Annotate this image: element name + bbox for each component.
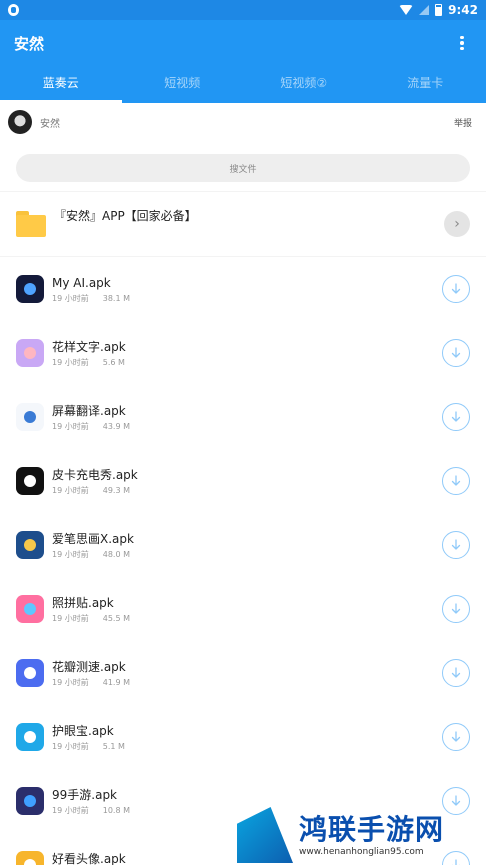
file-time: 19 小时前 — [52, 677, 89, 687]
file-time: 19 小时前 — [52, 293, 89, 303]
download-icon — [451, 283, 461, 294]
file-time: 19 小时前 — [52, 421, 89, 431]
tab-lanzou[interactable]: 蓝奏云 — [0, 66, 122, 103]
file-name: My AI.apk — [52, 275, 111, 290]
watermark: 鸿联手游网 www.henanhonglian95.com — [237, 805, 480, 865]
file-name: 屏幕翻译.apk — [52, 403, 126, 418]
download-icon — [451, 411, 461, 422]
screen-translate-app-icon — [16, 403, 44, 431]
list-item[interactable]: 照拼贴.apk 19 小时前 45.5 M — [0, 577, 486, 641]
user-row: 安然 举报 — [0, 103, 486, 141]
file-size: 5.1 M — [102, 741, 125, 751]
search-placeholder: 搜文件 — [229, 164, 257, 175]
chevron-right-icon[interactable]: › — [444, 211, 470, 237]
page-title: 安然 — [14, 34, 45, 53]
file-name: 照拼贴.apk — [52, 595, 114, 610]
tab-short-video-2[interactable]: 短视频② — [243, 66, 365, 103]
photo-collage-app-icon — [16, 595, 44, 623]
status-bar: 9:42 — [0, 0, 486, 20]
file-time: 19 小时前 — [52, 741, 89, 751]
file-time: 19 小时前 — [52, 549, 89, 559]
tab-short-video[interactable]: 短视频 — [122, 66, 244, 103]
download-button[interactable] — [442, 659, 470, 687]
file-name: 皮卡充电秀.apk — [52, 467, 138, 482]
file-list: My AI.apk 19 小时前 38.1 M 花样文字.apk 19 小时前 5.… — [0, 257, 486, 865]
nice-avatar-app-icon — [16, 851, 44, 865]
wifi-icon — [399, 5, 414, 15]
download-icon — [451, 475, 461, 486]
ibis-paint-app-icon — [16, 531, 44, 559]
clock: 9:42 — [448, 3, 478, 17]
download-button[interactable] — [442, 723, 470, 751]
file-size: 48.0 M — [102, 549, 130, 559]
eye-protect-app-icon — [16, 723, 44, 751]
list-item[interactable]: 屏幕翻译.apk 19 小时前 43.9 M — [0, 385, 486, 449]
download-icon — [451, 667, 461, 678]
file-time: 19 小时前 — [52, 805, 89, 815]
pika-charge-app-icon — [16, 467, 44, 495]
file-size: 38.1 M — [102, 293, 130, 303]
more-menu-icon[interactable] — [452, 35, 472, 51]
file-size: 41.9 M — [102, 677, 130, 687]
folder-icon — [16, 211, 46, 237]
my-ai-app-icon — [16, 275, 44, 303]
report-link[interactable]: 举报 — [454, 116, 472, 129]
tab-bar: 蓝奏云 短视频 短视频② 流量卡 — [0, 66, 486, 103]
list-item[interactable]: 皮卡充电秀.apk 19 小时前 49.3 M — [0, 449, 486, 513]
file-size: 45.5 M — [102, 613, 130, 623]
download-icon — [451, 603, 461, 614]
file-name: 花样文字.apk — [52, 339, 126, 354]
file-size: 49.3 M — [102, 485, 130, 495]
list-item[interactable]: My AI.apk 19 小时前 38.1 M — [0, 257, 486, 321]
watermark-logo-icon — [237, 807, 293, 863]
file-time: 19 小时前 — [52, 485, 89, 495]
app-bar: 安然 — [0, 20, 486, 66]
battery-icon — [435, 4, 443, 16]
list-item[interactable]: 爱笔思画X.apk 19 小时前 48.0 M — [0, 513, 486, 577]
download-button[interactable] — [442, 467, 470, 495]
list-item[interactable]: 花样文字.apk 19 小时前 5.6 M — [0, 321, 486, 385]
download-icon — [451, 731, 461, 742]
shield-icon — [8, 4, 19, 16]
download-button[interactable] — [442, 595, 470, 623]
watermark-url: www.henanhonglian95.com — [299, 847, 424, 857]
watermark-title: 鸿联手游网 — [299, 813, 445, 846]
download-icon — [451, 347, 461, 358]
username: 安然 — [40, 118, 60, 130]
download-button[interactable] — [442, 339, 470, 367]
signal-icon — [419, 5, 430, 15]
list-item[interactable]: 护眼宝.apk 19 小时前 5.1 M — [0, 705, 486, 769]
file-name: 99手游.apk — [52, 787, 118, 802]
file-name: 花瓣测速.apk — [52, 659, 126, 674]
download-button[interactable] — [442, 403, 470, 431]
file-size: 10.8 M — [102, 805, 130, 815]
download-button[interactable] — [442, 531, 470, 559]
search-input[interactable]: 搜文件 — [16, 154, 470, 182]
99-games-app-icon — [16, 787, 44, 815]
file-size: 43.9 M — [102, 421, 130, 431]
flower-text-app-icon — [16, 339, 44, 367]
file-time: 19 小时前 — [52, 613, 89, 623]
file-time: 19 小时前 — [52, 357, 89, 367]
download-icon — [451, 539, 461, 550]
file-size: 5.6 M — [102, 357, 125, 367]
file-name: 护眼宝.apk — [52, 723, 114, 738]
petal-speedtest-app-icon — [16, 659, 44, 687]
tab-data-card[interactable]: 流量卡 — [365, 66, 486, 103]
folder-row[interactable]: 『安然』APP【回家必备】 › — [0, 191, 486, 257]
list-item[interactable]: 花瓣测速.apk 19 小时前 41.9 M — [0, 641, 486, 705]
file-name: 爱笔思画X.apk — [52, 531, 134, 546]
avatar[interactable] — [8, 110, 32, 134]
folder-name: 『安然』APP【回家必备】 — [54, 208, 197, 223]
download-button[interactable] — [442, 275, 470, 303]
